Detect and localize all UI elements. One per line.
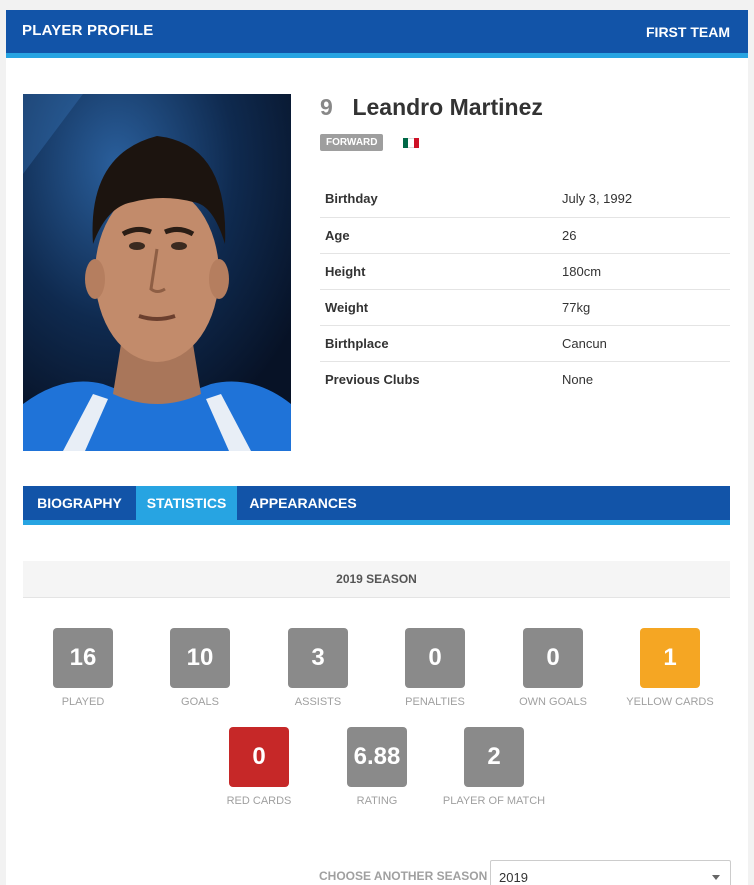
stat-label: PENALTIES (405, 696, 465, 708)
stat-value: 0 (229, 727, 289, 787)
stat-value: 10 (170, 628, 230, 688)
mexico-flag-icon (403, 138, 419, 148)
stat-value: 16 (53, 628, 113, 688)
player-number: 9 (320, 94, 333, 120)
info-row-previous-clubs: Previous Clubs None (320, 361, 730, 397)
tab-statistics[interactable]: STATISTICS (136, 486, 237, 520)
info-value: Cancun (557, 325, 730, 362)
info-value: None (562, 371, 594, 387)
stat-player-of-match: 2 PLAYER OF MATCH (434, 727, 554, 807)
stat-value: 0 (405, 628, 465, 688)
stat-penalties: 0 PENALTIES (375, 628, 495, 708)
stat-rating: 6.88 RATING (317, 727, 437, 807)
stat-label: PLAYED (61, 696, 105, 708)
season-select[interactable]: 2019 (490, 860, 731, 885)
stat-own-goals: 0 OWN GOALS (493, 628, 613, 708)
player-header: 9 Leandro Martinez FORWARD (320, 94, 740, 152)
profile-topbar: PLAYER PROFILE FIRST TEAM (6, 10, 748, 58)
player-photo (23, 94, 291, 451)
stat-yellow-cards: 1 YELLOW CARDS (610, 628, 730, 708)
info-row-age: Age 26 (320, 217, 730, 254)
info-row-birthday: Birthday July 3, 1992 (320, 181, 730, 218)
team-label: FIRST TEAM (646, 24, 730, 40)
player-portrait-illustration (23, 94, 291, 451)
stat-label: OWN GOALS (519, 696, 587, 708)
season-select-value: 2019 (499, 870, 528, 885)
info-label: Age (320, 217, 557, 254)
stat-red-cards: 0 RED CARDS (199, 727, 319, 807)
info-value: July 3, 1992 (557, 181, 730, 218)
page-title: PLAYER PROFILE (22, 22, 154, 39)
player-name: Leandro Martinez (352, 94, 543, 120)
position-badge: FORWARD (320, 134, 384, 151)
stat-label: GOALS (181, 696, 219, 708)
stat-played: 16 PLAYED (23, 628, 143, 708)
stat-label: RATING (356, 795, 398, 807)
season-heading: 2019 SEASON (23, 561, 730, 598)
info-value: 26 (557, 217, 730, 254)
info-label: Birthplace (320, 325, 557, 362)
stat-assists: 3 ASSISTS (258, 628, 378, 708)
choose-season-label: CHOOSE ANOTHER SEASON (319, 869, 488, 883)
stat-value: 2 (464, 727, 524, 787)
info-row-height: Height 180cm (320, 253, 730, 290)
stat-label: ASSISTS (294, 696, 342, 708)
topbar-accent-line (6, 53, 748, 58)
info-label: Previous Clubs (325, 371, 420, 387)
profile-tabs: BIOGRAPHY STATISTICS APPEARANCES (23, 486, 730, 525)
info-value: 77kg (557, 289, 730, 326)
info-value: 180cm (557, 253, 730, 290)
info-row-weight: Weight 77kg (320, 289, 730, 326)
player-profile-card: PLAYER PROFILE FIRST TEAM 9 Leandro Mart… (6, 10, 748, 885)
tab-appearances[interactable]: APPEARANCES (237, 486, 369, 520)
info-label: Birthday (320, 181, 557, 218)
stat-goals: 10 GOALS (140, 628, 260, 708)
stat-value: 3 (288, 628, 348, 688)
chevron-down-icon (712, 875, 720, 880)
stat-value: 0 (523, 628, 583, 688)
stat-value: 1 (640, 628, 700, 688)
info-label: Weight (320, 289, 557, 326)
tab-biography[interactable]: BIOGRAPHY (23, 486, 136, 520)
info-label: Height (320, 253, 557, 290)
player-info-table: Birthday July 3, 1992 Age 26 Height 180c… (320, 181, 730, 397)
tabs-accent-line (23, 520, 730, 525)
stat-label: RED CARDS (226, 795, 292, 807)
stat-label: YELLOW CARDS (626, 696, 714, 708)
stat-value: 6.88 (347, 727, 407, 787)
stat-label: PLAYER OF MATCH (442, 795, 546, 807)
info-row-birthplace: Birthplace Cancun (320, 325, 730, 362)
